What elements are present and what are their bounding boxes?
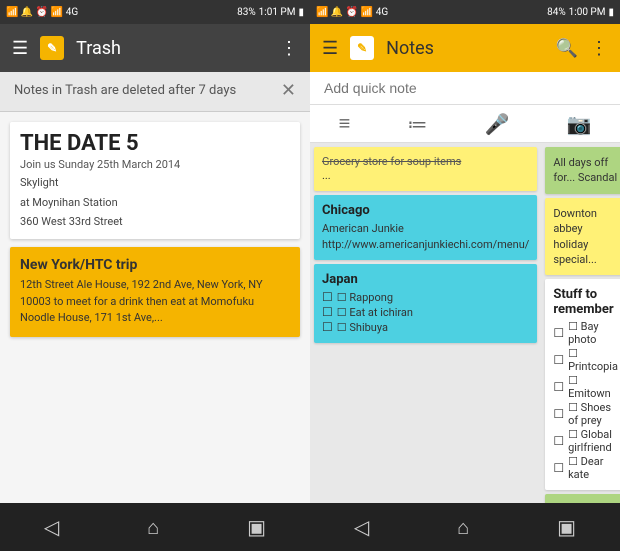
menu-icon-left[interactable]: ☰ <box>12 38 28 59</box>
note-card-white[interactable]: THE DATE 5 Join us Sunday 25th March 201… <box>10 122 300 239</box>
note-orange-content: 12th Street Ale House, 192 2nd Ave, New … <box>20 277 290 327</box>
home-button-left[interactable]: ⌂ <box>147 515 159 540</box>
battery-left: 83% <box>237 7 256 18</box>
status-left-icons: 📶 🔔 ⏰ 📶 4G <box>6 7 78 18</box>
overflow-icon-left[interactable]: ⋮ <box>280 38 298 59</box>
toolbar-left: ☰ ✎ Trash ⋮ <box>0 24 310 72</box>
note-orange-title: New York/HTC trip <box>20 257 290 273</box>
notes-list-left: THE DATE 5 Join us Sunday 25th March 201… <box>0 112 310 503</box>
back-button-right[interactable]: ◁ <box>354 515 369 539</box>
signal-left: ▮ <box>298 7 304 18</box>
overflow-icon-right[interactable]: ⋮ <box>590 38 608 59</box>
quick-note-actions: ≡ ≔ 🎤 📷 <box>310 105 620 143</box>
app-icon-symbol: ✎ <box>47 41 57 55</box>
search-icon-right[interactable]: 🔍 <box>556 38 578 59</box>
app-icon-symbol-right: ✎ <box>357 41 367 55</box>
app-icon-left: ✎ <box>40 36 64 60</box>
note-white-sub1: Join us Sunday 25th March 2014 <box>20 158 290 171</box>
status-bar-right: 📶 🔔 ⏰ 📶 4G 84% 1:00 PM ▮ <box>310 0 620 24</box>
left-panel: 📶 🔔 ⏰ 📶 4G 83% 1:01 PM ▮ ☰ ✎ Trash ⋮ Not… <box>0 0 310 551</box>
scandal-text: All days off for... Scandal <box>553 155 618 186</box>
trash-notice: Notes in Trash are deleted after 7 days … <box>0 72 310 112</box>
note-japan[interactable]: Japan ☐ Rappong ☐ Eat at ichiran ☐ Shibu… <box>314 264 537 343</box>
stuff-item-4: ☐ Shoes of prey <box>553 401 618 427</box>
app-icon-right: ✎ <box>350 36 374 60</box>
battery-right: 84% <box>547 7 566 18</box>
stuff-item-3: ☐ Emitown <box>553 374 618 400</box>
stuff-item-5: ☐ Global girlfriend <box>553 428 618 454</box>
notes-col-right: All days off for... Scandal Downton abbe… <box>541 143 620 503</box>
back-button-left[interactable]: ◁ <box>44 515 59 539</box>
status-bar-left: 📶 🔔 ⏰ 📶 4G 83% 1:01 PM ▮ <box>0 0 310 24</box>
page-title-right: Notes <box>386 38 543 59</box>
downton-text: Downton abbey holiday special... <box>553 206 618 268</box>
time-left: 1:01 PM <box>259 7 296 18</box>
right-panel: 📶 🔔 ⏰ 📶 4G 84% 1:00 PM ▮ ☰ ✎ Notes 🔍 ⋮ ≡… <box>310 0 620 551</box>
signal-right: ▮ <box>608 7 614 18</box>
japan-item-3: ☐ Shibuya <box>322 320 529 334</box>
grocery-text: Grocery store for soup items <box>322 155 461 168</box>
time-right: 1:00 PM <box>569 7 606 18</box>
japan-item-1: ☐ Rappong <box>322 290 529 304</box>
grocery-extra: ... <box>322 168 529 183</box>
japan-title: Japan <box>322 272 529 287</box>
note-chicago[interactable]: Chicago American Junkie http://www.ameri… <box>314 195 537 260</box>
status-right-icons: 📶 🔔 ⏰ 📶 4G <box>316 7 388 18</box>
home-button-right[interactable]: ⌂ <box>457 515 469 540</box>
note-downton[interactable]: Downton abbey holiday special... <box>545 198 620 276</box>
note-white-header: THE DATE 5 <box>20 132 290 156</box>
stuff-title: Stuff to remember <box>553 287 618 317</box>
list-note-button[interactable]: ≔ <box>407 112 427 136</box>
nav-bar-left: ◁ ⌂ ▣ <box>0 503 310 551</box>
japan-item-2: ☐ Eat at ichiran <box>322 305 529 319</box>
chicago-text: American Junkie http://www.americanjunki… <box>322 221 529 252</box>
recents-button-right[interactable]: ▣ <box>557 515 576 539</box>
stuff-item-1: ☐ Bay photo <box>553 320 618 346</box>
recents-button-left[interactable]: ▣ <box>247 515 266 539</box>
note-white-sub2: Skylight <box>20 175 290 190</box>
nav-bar-right: ◁ ⌂ ▣ <box>310 503 620 551</box>
notes-col-left: Grocery store for soup items ... Chicago… <box>310 143 541 503</box>
status-right-info: 83% 1:01 PM ▮ <box>237 7 304 18</box>
text-note-button[interactable]: ≡ <box>339 111 351 136</box>
note-card-orange[interactable]: New York/HTC trip 12th Street Ale House,… <box>10 247 300 337</box>
note-games[interactable]: Games to check out ☐ Cart Life ☐ Faster … <box>545 494 620 503</box>
page-title-left: Trash <box>76 38 268 59</box>
stuff-item-2: ☐ Printcopia <box>553 347 618 373</box>
close-notice-button[interactable]: ✕ <box>281 80 296 101</box>
quick-note-bar <box>310 72 620 105</box>
chicago-title: Chicago <box>322 203 529 218</box>
note-stuff-to-remember[interactable]: Stuff to remember ☐ Bay photo ☐ Printcop… <box>545 279 620 490</box>
note-scandal[interactable]: All days off for... Scandal <box>545 147 620 194</box>
toolbar-right: ☰ ✎ Notes 🔍 ⋮ <box>310 24 620 72</box>
stuff-item-6: ☐ Dear kate <box>553 455 618 481</box>
note-white-sub4: 360 West 33rd Street <box>20 214 290 229</box>
status-right-info-right: 84% 1:00 PM ▮ <box>547 7 614 18</box>
notes-grid: Grocery store for soup items ... Chicago… <box>310 143 620 503</box>
quick-note-input[interactable] <box>324 80 606 96</box>
note-grocery[interactable]: Grocery store for soup items ... <box>314 147 537 191</box>
menu-icon-right[interactable]: ☰ <box>322 38 338 59</box>
note-white-sub3: at Moynihan Station <box>20 195 290 210</box>
trash-notice-text: Notes in Trash are deleted after 7 days <box>14 82 273 100</box>
camera-note-button[interactable]: 📷 <box>567 112 592 136</box>
mic-note-button[interactable]: 🎤 <box>484 112 509 136</box>
